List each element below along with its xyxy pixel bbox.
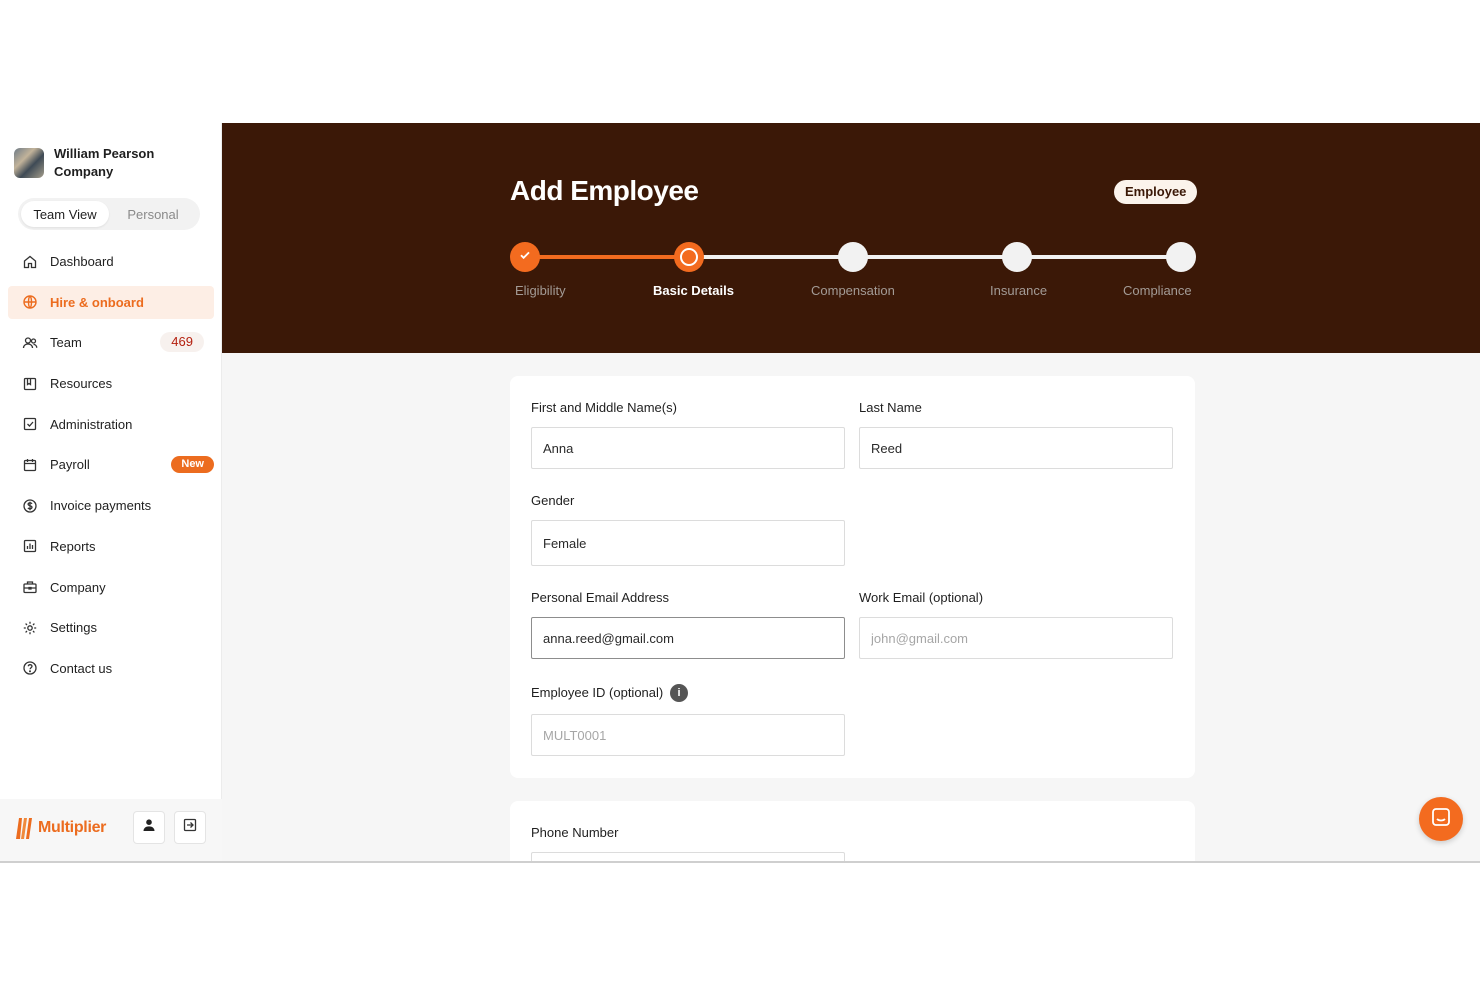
employee-id-input[interactable] — [531, 714, 845, 756]
sidebar-item-label: Resources — [50, 376, 113, 392]
sidebar-item-contact-us[interactable]: Contact us — [8, 652, 214, 685]
home-icon — [22, 254, 38, 270]
sidebar-item-label: Dashboard — [50, 254, 114, 269]
sidebar: William Pearson Company Team View Person… — [0, 123, 222, 861]
sidebar-footer: Multiplier — [0, 799, 222, 861]
avatar — [14, 148, 44, 178]
sidebar-nav: Dashboard Hire & onboard Team 469 Resour… — [8, 245, 214, 693]
contact-details-card: Phone Number — [510, 801, 1195, 861]
chat-support-button[interactable] — [1419, 797, 1463, 841]
clipboard-check-icon — [22, 416, 38, 432]
page-header: Add Employee Employee Eligibility Basic … — [222, 123, 1480, 353]
sidebar-item-dashboard[interactable]: Dashboard — [8, 245, 214, 278]
user-name: William Pearson Company — [54, 146, 155, 179]
sidebar-item-resources[interactable]: Resources — [8, 367, 214, 400]
globe-icon — [22, 294, 38, 310]
multiplier-logo-icon — [16, 818, 32, 839]
sidebar-item-label: Payroll — [50, 457, 90, 473]
sidebar-item-label: Administration — [50, 416, 133, 432]
step-compliance-dot[interactable] — [1166, 242, 1196, 272]
gender-label: Gender — [531, 493, 575, 508]
team-view-toggle[interactable]: Team View — [21, 201, 109, 227]
new-badge: New — [171, 456, 214, 474]
work-email-label: Work Email (optional) — [859, 590, 984, 605]
sidebar-item-label: Settings — [50, 620, 97, 636]
step-insurance-label: Insurance — [990, 283, 1048, 298]
page-title: Add Employee — [510, 175, 699, 206]
dollar-circle-icon — [22, 498, 38, 514]
step-compliance-label: Compliance — [1123, 283, 1192, 298]
sidebar-item-label: Company — [50, 579, 106, 595]
employee-id-label: Employee ID (optional) — [531, 685, 664, 700]
sidebar-item-invoice-payments[interactable]: Invoice payments — [8, 489, 214, 522]
logout-button[interactable] — [174, 811, 206, 844]
sidebar-item-label: Contact us — [50, 660, 113, 676]
sidebar-item-administration[interactable]: Administration — [8, 408, 214, 441]
step-basic-details-label: Basic Details — [653, 283, 734, 298]
first-name-label: First and Middle Name(s) — [531, 400, 677, 415]
last-name-input[interactable] — [859, 427, 1173, 469]
employee-type-badge: Employee — [1114, 180, 1198, 204]
sidebar-item-label: Invoice payments — [50, 498, 152, 514]
sidebar-item-team[interactable]: Team 469 — [8, 326, 214, 359]
last-name-label: Last Name — [859, 400, 922, 415]
logo-text: Multiplier — [38, 819, 107, 836]
book-icon — [22, 376, 38, 392]
gear-icon — [22, 620, 38, 636]
bar-chart-icon — [22, 538, 38, 554]
multiplier-logo[interactable]: Multiplier — [14, 815, 106, 841]
step-insurance-dot[interactable] — [1002, 242, 1032, 272]
step-basic-details-dot[interactable] — [674, 242, 704, 272]
first-name-input[interactable] — [531, 427, 845, 469]
help-circle-icon — [22, 660, 38, 676]
personal-email-input[interactable] — [531, 617, 845, 659]
work-email-input[interactable] — [859, 617, 1173, 659]
step-connector-upcoming — [703, 255, 1173, 259]
sidebar-item-label: Team — [50, 335, 82, 351]
sidebar-item-company[interactable]: Company — [8, 571, 214, 604]
user-profile[interactable]: William Pearson Company — [14, 145, 184, 181]
sidebar-item-payroll[interactable]: Payroll New — [8, 448, 214, 481]
info-icon[interactable]: i — [670, 684, 688, 702]
step-compensation-label: Compensation — [811, 283, 895, 298]
briefcase-icon — [22, 579, 38, 595]
phone-number-label: Phone Number — [531, 825, 619, 840]
basic-details-card: First and Middle Name(s) Last Name Gende… — [510, 376, 1195, 778]
sidebar-item-hire-onboard[interactable]: Hire & onboard — [8, 285, 214, 319]
step-eligibility-label: Eligibility — [515, 283, 566, 298]
app-window: William Pearson Company Team View Person… — [0, 123, 1480, 863]
sidebar-item-reports[interactable]: Reports — [8, 530, 214, 563]
sidebar-item-label: Reports — [50, 538, 96, 554]
personal-view-toggle[interactable]: Personal — [109, 201, 197, 227]
view-toggle: Team View Personal — [18, 198, 200, 230]
step-eligibility-dot[interactable] — [510, 242, 540, 272]
step-connector-done — [529, 255, 687, 259]
calendar-icon — [22, 457, 38, 473]
users-icon — [22, 335, 38, 351]
team-count-badge: 469 — [160, 332, 204, 353]
logout-icon — [182, 817, 198, 838]
chat-icon — [1430, 806, 1452, 833]
person-icon — [142, 818, 156, 837]
step-compensation-dot[interactable] — [838, 242, 868, 272]
phone-number-input[interactable] — [531, 852, 845, 861]
sidebar-item-settings[interactable]: Settings — [8, 611, 214, 644]
personal-email-label: Personal Email Address — [531, 590, 670, 605]
gender-select[interactable] — [531, 520, 845, 566]
profile-button[interactable] — [133, 811, 165, 844]
progress-stepper: Eligibility Basic Details Compensation I… — [509, 241, 1196, 301]
check-icon — [518, 248, 532, 267]
sidebar-item-label: Hire & onboard — [50, 294, 144, 310]
